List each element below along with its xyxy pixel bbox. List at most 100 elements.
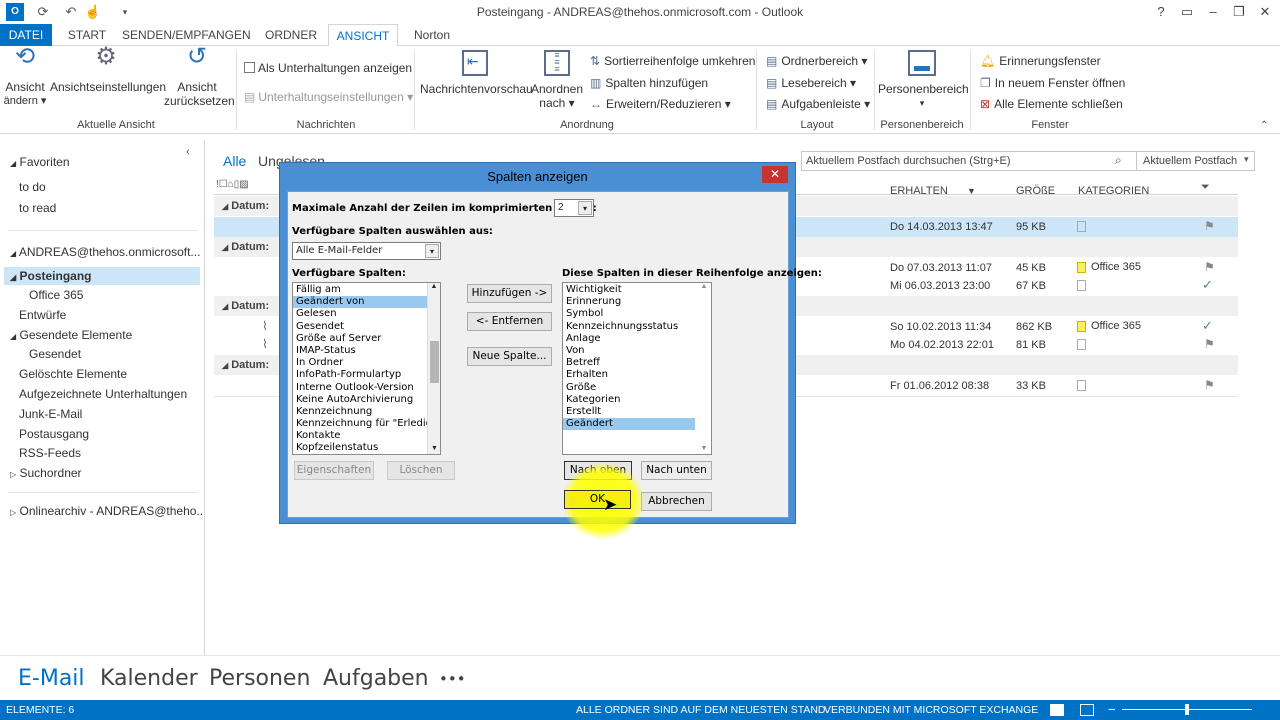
nachrichtenvorschau-button[interactable]: ⇤ Nachrichtenvorschau <box>420 50 533 96</box>
nav-postausgang[interactable]: Postausgang <box>19 427 89 441</box>
shown-columns-list[interactable]: Wichtigkeit Erinnerung Symbol Kennzeichnung… <box>562 282 712 455</box>
available-column-item[interactable]: Kopfzeilenstatus <box>293 442 428 454</box>
sortierreihenfolge-button[interactable]: ⇅ Sortierreihenfolge umkehren <box>590 54 755 68</box>
scroll-up-icon[interactable]: ▲ <box>697 283 711 290</box>
unterhaltungen-checkbox[interactable]: Als Unterhaltungen anzeigen <box>244 61 412 75</box>
ansicht-zuruecksetzen-button[interactable]: ↺ Ansicht zurücksetzen <box>164 45 235 109</box>
nav-suchordner[interactable]: ▷ Suchordner <box>10 466 82 480</box>
anordnen-nach-button[interactable]: ≡ ≡ ≡ Anordnen nach ▾ <box>530 50 584 110</box>
available-column-item[interactable]: Kennzeichnung für "Erledig <box>293 418 432 430</box>
available-column-item[interactable]: Fällig am <box>293 284 428 296</box>
nav-email[interactable]: E-Mail <box>18 666 85 691</box>
available-column-item[interactable]: Keine AutoArchivierung <box>293 394 428 406</box>
remove-column-button[interactable]: <- Entfernen <box>467 312 552 331</box>
scroll-up-icon[interactable]: ▲ <box>428 283 440 290</box>
available-column-item[interactable]: Geändert von <box>293 296 428 309</box>
search-icon[interactable]: ⌕ <box>1115 153 1122 168</box>
shown-column-item[interactable]: Erstellt <box>563 406 695 418</box>
spalten-hinzufuegen-button[interactable]: ▥ Spalten hinzufügen <box>590 76 708 90</box>
available-column-item[interactable]: In Ordner <box>293 357 428 369</box>
zoom-out-icon[interactable]: − <box>1108 700 1116 720</box>
help-icon[interactable]: ? <box>1150 2 1172 22</box>
shown-column-item[interactable]: Geändert <box>563 418 695 431</box>
add-column-button[interactable]: Hinzufügen -> <box>467 284 552 303</box>
nav-calendar[interactable]: Kalender <box>100 666 198 691</box>
column-icons[interactable]: !☐⌂▯▨ <box>216 179 249 190</box>
available-column-item[interactable]: Größe auf Server <box>293 333 428 345</box>
nav-onlinearchiv[interactable]: ▷ Onlinearchiv - ANDREAS@theho... <box>10 504 206 518</box>
nav-tasks[interactable]: Aufgaben <box>323 666 429 691</box>
dialog-close-icon[interactable]: ✕ <box>762 166 788 183</box>
reading-view-icon[interactable] <box>1080 704 1094 716</box>
shown-column-item[interactable]: Kategorien <box>563 394 695 406</box>
shown-scrollbar[interactable]: ▲ ▼ <box>697 283 711 454</box>
collapse-folder-pane-icon[interactable]: ‹ <box>186 146 190 158</box>
scroll-down-icon[interactable]: ▼ <box>697 445 711 452</box>
tab-ansicht[interactable]: ANSICHT <box>328 24 398 47</box>
properties-button[interactable]: Eigenschaften <box>294 461 374 480</box>
completed-check-icon[interactable]: ✓ <box>1202 277 1213 293</box>
minimize-icon[interactable]: – <box>1202 2 1224 22</box>
normal-view-icon[interactable] <box>1050 704 1064 716</box>
available-column-item[interactable]: IMAP-Status <box>293 345 428 357</box>
nav-gesendete[interactable]: ◢ Gesendete Elemente <box>10 328 132 342</box>
favoriten-header[interactable]: ◢ Favoriten <box>10 155 70 169</box>
nav-entwuerfe[interactable]: Entwürfe <box>19 308 66 322</box>
shown-column-item[interactable]: Symbol <box>563 308 695 320</box>
scroll-thumb[interactable] <box>430 341 439 383</box>
lesebereich-button[interactable]: ▤ Lesebereich ▾ <box>766 76 856 90</box>
ordnerbereich-button[interactable]: ▤ Ordnerbereich ▾ <box>766 54 867 68</box>
nav-account[interactable]: ◢ ANDREAS@thehos.onmicrosoft... <box>10 245 200 259</box>
personenbereich-button[interactable]: Personenbereich ▾ <box>878 50 969 110</box>
zoom-slider-thumb[interactable] <box>1185 704 1189 715</box>
tab-ordner[interactable]: ORDNER <box>260 24 322 46</box>
ribbon-display-icon[interactable]: ▭ <box>1176 2 1198 22</box>
new-column-button[interactable]: Neue Spalte... <box>467 347 552 366</box>
available-column-item[interactable]: Gelesen <box>293 308 428 320</box>
nav-posteingang[interactable]: ◢ Posteingang <box>10 269 92 283</box>
nav-aufgezeichnete[interactable]: Aufgezeichnete Unterhaltungen <box>19 387 187 401</box>
available-column-item[interactable]: Interne Outlook-Version <box>293 382 428 394</box>
shown-column-item[interactable]: Erinnerung <box>563 296 695 308</box>
alle-schliessen-button[interactable]: ⊠ Alle Elemente schließen <box>980 97 1123 111</box>
shown-column-item[interactable]: Betreff <box>563 357 695 369</box>
shown-column-item[interactable]: Kennzeichnungsstatus <box>563 321 695 333</box>
ok-button[interactable]: OK <box>564 490 631 509</box>
nav-todo[interactable]: to do <box>19 180 46 194</box>
nav-gesendet[interactable]: Gesendet <box>29 347 81 361</box>
column-header-flag-icon[interactable]: ⏷ <box>1201 181 1210 194</box>
delete-column-button[interactable]: Löschen <box>387 461 455 480</box>
filter-all[interactable]: Alle <box>223 153 246 169</box>
flag-icon[interactable]: ⚑ <box>1204 337 1215 351</box>
available-column-item[interactable]: Gesendet <box>293 321 428 333</box>
search-input[interactable]: Aktuellem Postfach durchsuchen (Strg+E) <box>801 151 1137 171</box>
nav-more-icon[interactable]: ••• <box>439 670 466 688</box>
move-down-button[interactable]: Nach unten <box>641 461 712 480</box>
tab-norton[interactable]: Norton <box>406 24 458 46</box>
completed-check-icon[interactable]: ✓ <box>1202 318 1213 334</box>
flag-icon[interactable]: ⚑ <box>1204 219 1215 233</box>
select-from-dropdown[interactable]: Alle E-Mail-Felder ▾ <box>292 242 441 260</box>
available-column-item[interactable]: Kontakte <box>293 430 428 442</box>
available-column-item[interactable]: Kennzeichnung <box>293 406 428 418</box>
max-rows-select[interactable]: 2 ▾ <box>554 199 594 217</box>
shown-column-item[interactable]: Anlage <box>563 333 695 345</box>
nav-junk[interactable]: Junk-E-Mail <box>19 407 82 421</box>
ansichtseinstellungen-button[interactable]: ⚙ Ansichtseinstellungen <box>50 45 166 95</box>
available-scrollbar[interactable]: ▲ ▼ <box>427 283 440 454</box>
tab-senden-empfangen[interactable]: SENDEN/EMPFANGEN <box>122 24 251 46</box>
unterhaltungseinstellungen-button[interactable]: ▤ Unterhaltungseinstellungen ▾ <box>244 90 413 104</box>
nav-people[interactable]: Personen <box>209 666 310 691</box>
shown-column-item[interactable]: Von <box>563 345 695 357</box>
neues-fenster-button[interactable]: ❐ In neuem Fenster öffnen <box>980 76 1125 90</box>
erweitern-reduzieren-button[interactable]: ↔ Erweitern/Reduzieren ▾ <box>590 97 731 111</box>
available-columns-list[interactable]: Fällig am Geändert von Gelesen Gesendet Größ… <box>292 282 441 455</box>
shown-column-item[interactable]: Größe <box>563 382 695 394</box>
flag-icon[interactable]: ⚑ <box>1204 260 1215 274</box>
search-scope-dropdown[interactable]: Aktuellem Postfach <box>1137 151 1255 171</box>
nav-geloeschte[interactable]: Gelöschte Elemente <box>19 367 127 381</box>
nav-toread[interactable]: to read <box>19 201 56 215</box>
flag-icon[interactable]: ⚑ <box>1204 378 1215 392</box>
available-column-item[interactable]: InfoPath-Formulartyp <box>293 369 428 381</box>
collapse-ribbon-icon[interactable]: ⌃ <box>1260 120 1268 131</box>
